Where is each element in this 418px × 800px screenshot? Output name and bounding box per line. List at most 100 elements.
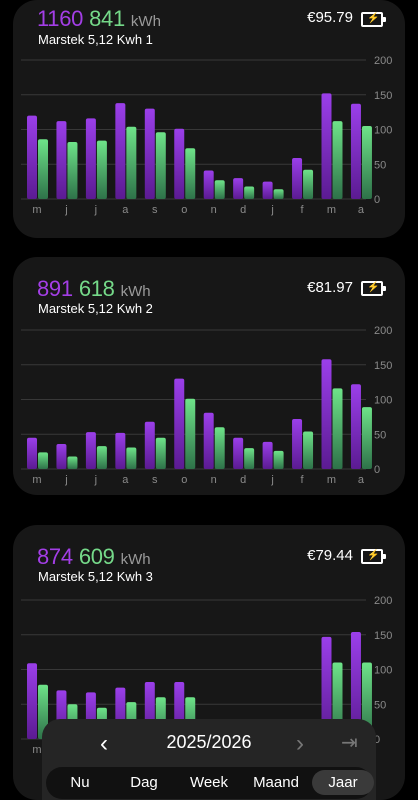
x-tick-label: m — [32, 474, 41, 486]
last-period-button[interactable]: ⇥ — [341, 730, 358, 755]
tab-maand[interactable]: Maand — [245, 774, 307, 791]
y-tick-label: 100 — [374, 395, 392, 407]
card-2: 891 618 kWh Marstek 5,12 Kwh 2 €81.97 ⚡ 20… — [13, 257, 405, 495]
card-1: 1160 841 kWh Marstek 5,12 Kwh 1 €95.79 ⚡ 2… — [13, 0, 405, 238]
charged-bar — [292, 418, 303, 469]
charged-bar — [174, 378, 185, 469]
time-range-tabs: Nu Dag Week Maand Jaar — [46, 767, 374, 799]
discharged-bar — [244, 186, 255, 199]
discharged-bar — [361, 126, 372, 199]
tab-week[interactable]: Week — [178, 774, 240, 791]
charged-bar — [27, 663, 37, 739]
charged-bar — [144, 421, 155, 469]
x-tick-label: s — [152, 204, 158, 216]
charged-bar — [233, 178, 244, 199]
period-label: 2025/2026 — [166, 732, 252, 752]
x-tick-label: a — [358, 204, 365, 216]
y-tick-label: 50 — [374, 159, 386, 171]
y-tick-label: 50 — [374, 699, 386, 711]
x-tick-label: j — [64, 474, 67, 486]
discharged-bar — [244, 448, 255, 469]
discharged-bar — [214, 427, 225, 469]
discharged-bar — [185, 398, 196, 469]
y-tick-label: 150 — [374, 630, 392, 642]
x-tick-label: d — [240, 204, 246, 216]
discharged-bar — [214, 180, 225, 199]
charged-bar — [350, 103, 361, 199]
x-tick-label: j — [94, 474, 97, 486]
y-tick-label: 200 — [374, 55, 392, 67]
discharged-bar — [361, 407, 372, 469]
discharged-bar — [303, 431, 314, 469]
x-tick-label: f — [301, 204, 305, 216]
x-tick-label: j — [270, 204, 273, 216]
x-tick-label: a — [122, 204, 129, 216]
charged-bar — [27, 115, 37, 199]
tab-jaar[interactable]: Jaar — [312, 770, 374, 795]
x-tick-label: m — [327, 204, 336, 216]
charged-bar — [115, 103, 126, 199]
discharged-bar — [126, 447, 137, 469]
charged-bar — [321, 93, 332, 199]
charged-bar — [115, 432, 126, 469]
charged-bar — [203, 170, 214, 199]
discharged-bar — [332, 121, 343, 199]
x-tick-label: m — [327, 474, 336, 486]
discharged-bar — [38, 139, 48, 199]
tab-dag[interactable]: Dag — [113, 774, 175, 791]
tab-nu[interactable]: Nu — [49, 774, 111, 791]
x-tick-label: m — [32, 744, 41, 756]
discharged-bar — [273, 450, 284, 469]
discharged-bar — [126, 126, 137, 199]
x-tick-label: d — [240, 474, 246, 486]
period-navigator: ‹ 2025/2026 › ⇥ Nu Dag Week Maand Jaar — [42, 719, 376, 800]
x-tick-label: f — [301, 474, 305, 486]
y-tick-label: 150 — [374, 90, 392, 102]
x-tick-label: o — [181, 204, 187, 216]
charged-bar — [233, 437, 244, 469]
charged-bar — [350, 384, 361, 469]
x-tick-label: j — [94, 204, 97, 216]
discharged-bar — [155, 437, 166, 469]
charged-bar — [292, 157, 303, 199]
x-tick-label: o — [181, 474, 187, 486]
y-tick-label: 100 — [374, 665, 392, 677]
charged-bar — [56, 443, 67, 469]
charged-bar — [174, 128, 185, 199]
y-tick-label: 200 — [374, 595, 392, 607]
charged-bar — [56, 121, 67, 199]
next-period-button[interactable]: › — [296, 730, 304, 758]
x-tick-label: a — [122, 474, 129, 486]
y-tick-label: 50 — [374, 429, 386, 441]
charged-bar — [85, 118, 96, 199]
discharged-bar — [303, 169, 314, 199]
x-tick-label: a — [358, 474, 365, 486]
discharged-bar — [332, 388, 343, 469]
y-tick-label: 100 — [374, 125, 392, 137]
discharged-bar — [67, 456, 78, 469]
charged-bar — [203, 412, 214, 469]
charged-bar — [85, 432, 96, 469]
x-tick-label: j — [64, 204, 67, 216]
bar-chart: 200 150 100 50 0 m j j a s o n d j f m a — [21, 55, 392, 216]
discharged-bar — [185, 148, 196, 199]
charged-bar — [27, 437, 37, 469]
x-tick-label: n — [211, 204, 217, 216]
charged-bar — [262, 441, 273, 469]
discharged-bar — [38, 452, 48, 469]
x-tick-label: n — [211, 474, 217, 486]
charged-bar — [262, 181, 273, 199]
charged-bar — [144, 108, 155, 199]
y-tick-label: 0 — [374, 194, 380, 206]
x-tick-label: m — [32, 204, 41, 216]
discharged-bar — [67, 142, 78, 199]
y-tick-label: 150 — [374, 360, 392, 372]
discharged-bar — [155, 132, 166, 199]
y-tick-label: 0 — [374, 464, 380, 476]
y-tick-label: 200 — [374, 325, 392, 337]
discharged-bar — [273, 189, 284, 199]
charged-bar — [321, 359, 332, 469]
bar-chart: 200 150 100 50 0 m j j a s o n d j f m a — [21, 325, 392, 486]
discharged-bar — [96, 446, 107, 469]
x-tick-label: j — [270, 474, 273, 486]
